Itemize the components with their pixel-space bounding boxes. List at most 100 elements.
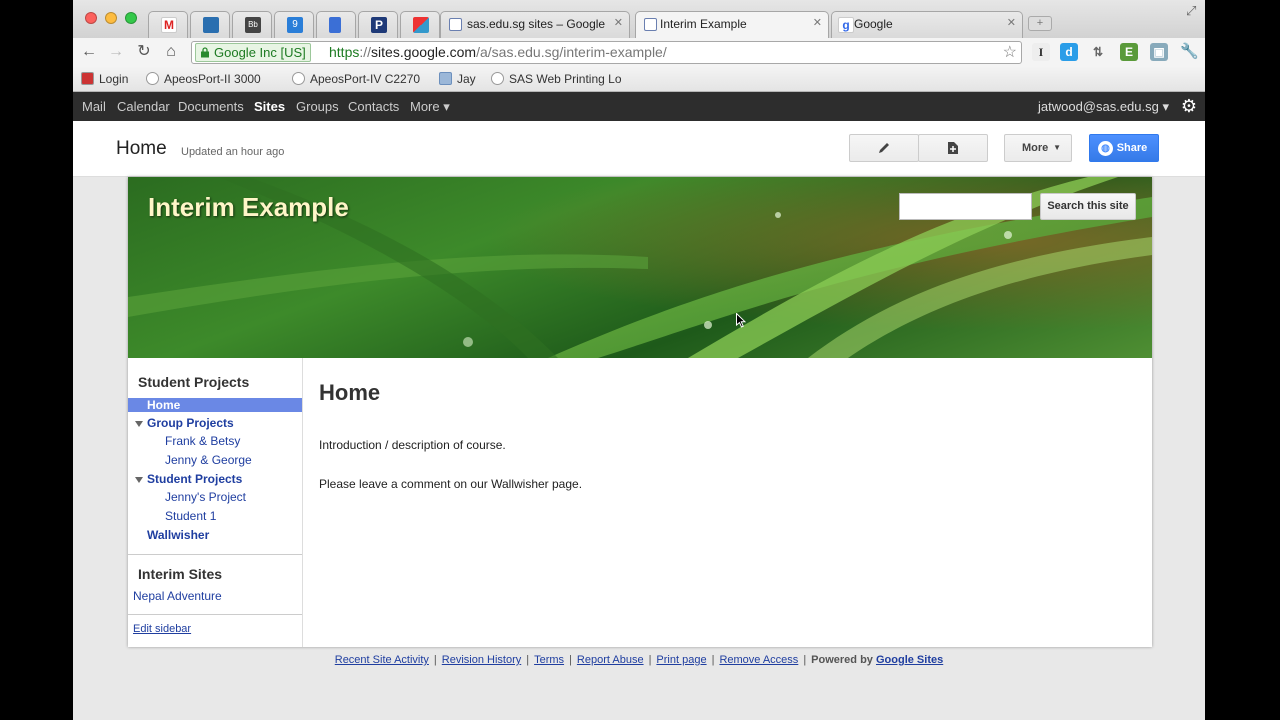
back-button[interactable]: ← [79,42,99,62]
url-text: https://sites.google.com/a/sas.edu.sg/in… [329,42,667,63]
new-page-button[interactable] [918,134,988,162]
extension-i-icon[interactable]: I [1032,43,1050,61]
tab-pinned-4[interactable]: 9 [274,11,314,38]
chevron-down-icon: ▼ [1053,143,1061,152]
gbar-groups[interactable]: Groups [296,99,339,114]
folder-icon [439,72,452,85]
tab-gmail[interactable]: M [148,11,188,38]
share-button[interactable]: ◍ Share [1089,134,1159,162]
site-name[interactable]: Interim Example [148,192,349,223]
footer-report-abuse[interactable]: Report Abuse [577,654,644,666]
footer-revision-history[interactable]: Revision History [442,654,521,666]
zoom-window-button[interactable] [125,12,137,24]
sidebar-item-home[interactable]: Home [128,398,302,412]
sidebar-divider [128,554,302,555]
sidebar-item-student-1[interactable]: Student 1 [165,509,216,523]
search-site-button[interactable]: Search this site [1040,193,1136,220]
close-tab-icon[interactable]: ✕ [1007,16,1016,29]
bookmark-label: SAS Web Printing Lo [509,72,621,86]
gbar-calendar[interactable]: Calendar [117,99,170,114]
9-icon: 9 [287,17,303,33]
content-title: Home [319,380,381,405]
bird-icon [203,17,219,33]
sidebar-item-jenny-george[interactable]: Jenny & George [165,453,252,467]
account-menu[interactable]: jatwood@sas.edu.sg ▾ [1038,99,1169,115]
sidebar-item-jennys-project[interactable]: Jenny's Project [165,490,246,504]
site-header-bar: Home Updated an hour ago More ▼ ◍ Share [73,121,1205,177]
address-bar[interactable]: Google Inc [US] https://sites.google.com… [191,41,1022,64]
gear-icon[interactable]: ⚙ [1181,96,1197,116]
google-bar: Mail Calendar Documents Sites Groups Con… [73,92,1205,121]
reload-button[interactable]: ↻ [134,42,154,62]
footer-recent-site-activity[interactable]: Recent Site Activity [335,654,429,666]
site-container: Interim Example Search this site Student… [128,177,1152,647]
extension-page-icon[interactable]: ▣ [1150,43,1168,61]
forward-button[interactable]: → [106,42,126,62]
footer-terms[interactable]: Terms [534,654,564,666]
bookmark-apeosport-2[interactable]: ApeosPort-II 3000 [146,72,261,86]
p-icon: P [371,17,387,33]
extension-d-icon[interactable]: d [1060,43,1078,61]
gbar-sites[interactable]: Sites [254,99,285,114]
sidebar-item-group-projects[interactable]: Group Projects [147,416,234,430]
tab-pinned-6[interactable]: P [358,11,398,38]
more-actions-label: More [1022,142,1049,154]
globe-icon [491,72,504,85]
edit-page-button[interactable] [849,134,919,162]
footer-separator: | [648,654,652,666]
close-tab-icon[interactable]: ✕ [813,16,822,29]
bookmark-folder-jay[interactable]: Jay [439,72,476,86]
sidebar-item-frank-betsy[interactable]: Frank & Betsy [165,434,240,448]
edit-sidebar-link[interactable]: Edit sidebar [133,623,191,635]
bookmark-star-icon[interactable]: ☆ [1003,42,1017,63]
sidebar-item-wallwisher[interactable]: Wallwisher [147,528,209,542]
tab-interim-example[interactable]: Interim Example ✕ [635,11,829,39]
share-label: Share [1116,142,1148,154]
gbar-mail[interactable]: Mail [82,99,106,114]
footer-separator: | [433,654,437,666]
bookmarks-bar: Login ApeosPort-II 3000 ApeosPort-IV C22… [73,66,1205,92]
sidebar-link-nepal-adventure[interactable]: Nepal Adventure [133,589,222,603]
url-scheme: https [329,44,360,60]
evernote-icon[interactable]: E [1120,43,1138,61]
gmail-icon: M [161,17,177,33]
collapse-arrow-icon[interactable] [135,477,143,483]
close-tab-icon[interactable]: ✕ [614,16,623,29]
tab-pinned-5[interactable] [316,11,356,38]
ev-certificate-badge[interactable]: Google Inc [US] [195,43,311,62]
sidebar-item-student-projects[interactable]: Student Projects [147,472,242,486]
footer-print-page[interactable]: Print page [656,654,706,666]
new-tab-button[interactable]: + [1028,16,1052,31]
collapse-arrow-icon[interactable] [135,421,143,427]
bookmark-apeosport-4[interactable]: ApeosPort-IV C2270 [292,72,422,86]
site-footer: Recent Site Activity | Revision History | Te… [73,654,1205,666]
tab-sites-list[interactable]: sas.edu.sg sites – Google Sit ✕ [440,11,630,38]
gbar-contacts[interactable]: Contacts [348,99,399,114]
close-window-button[interactable] [85,12,97,24]
mouse-cursor-icon [736,313,746,328]
footer-remove-access[interactable]: Remove Access [719,654,798,666]
footer-separator: | [711,654,715,666]
home-button[interactable]: ⌂ [161,42,181,62]
gbar-more[interactable]: More ▾ [410,99,450,115]
gbar-documents[interactable]: Documents [178,99,244,114]
site-search-input[interactable] [899,193,1032,220]
tab-pinned-7[interactable] [400,11,440,38]
bookmark-sas-web-printing[interactable]: SAS Web Printing Lo [491,72,621,86]
url-path: /a/sas.edu.sg/interim-example/ [476,44,667,60]
more-actions-button[interactable]: More ▼ [1004,134,1072,162]
tab-google[interactable]: g Google ✕ [831,11,1023,38]
fullscreen-icon[interactable]: ⤢ [1186,3,1196,19]
tab-pinned-3[interactable]: Bb [232,11,272,38]
bookmark-login[interactable]: Login [81,72,128,86]
extension-arrow-icon[interactable]: ⇅ [1089,43,1107,61]
minimize-window-button[interactable] [105,12,117,24]
globe-icon: ◍ [1098,141,1113,156]
tab-pinned-2[interactable] [190,11,230,38]
updated-timestamp: Updated an hour ago [181,146,285,158]
footer-google-sites-link[interactable]: Google Sites [876,654,943,666]
wrench-menu-icon[interactable]: 🔧 [1180,43,1199,61]
footer-separator: | [569,654,572,666]
google-icon: g [838,17,854,33]
page-title: Home [116,138,167,159]
